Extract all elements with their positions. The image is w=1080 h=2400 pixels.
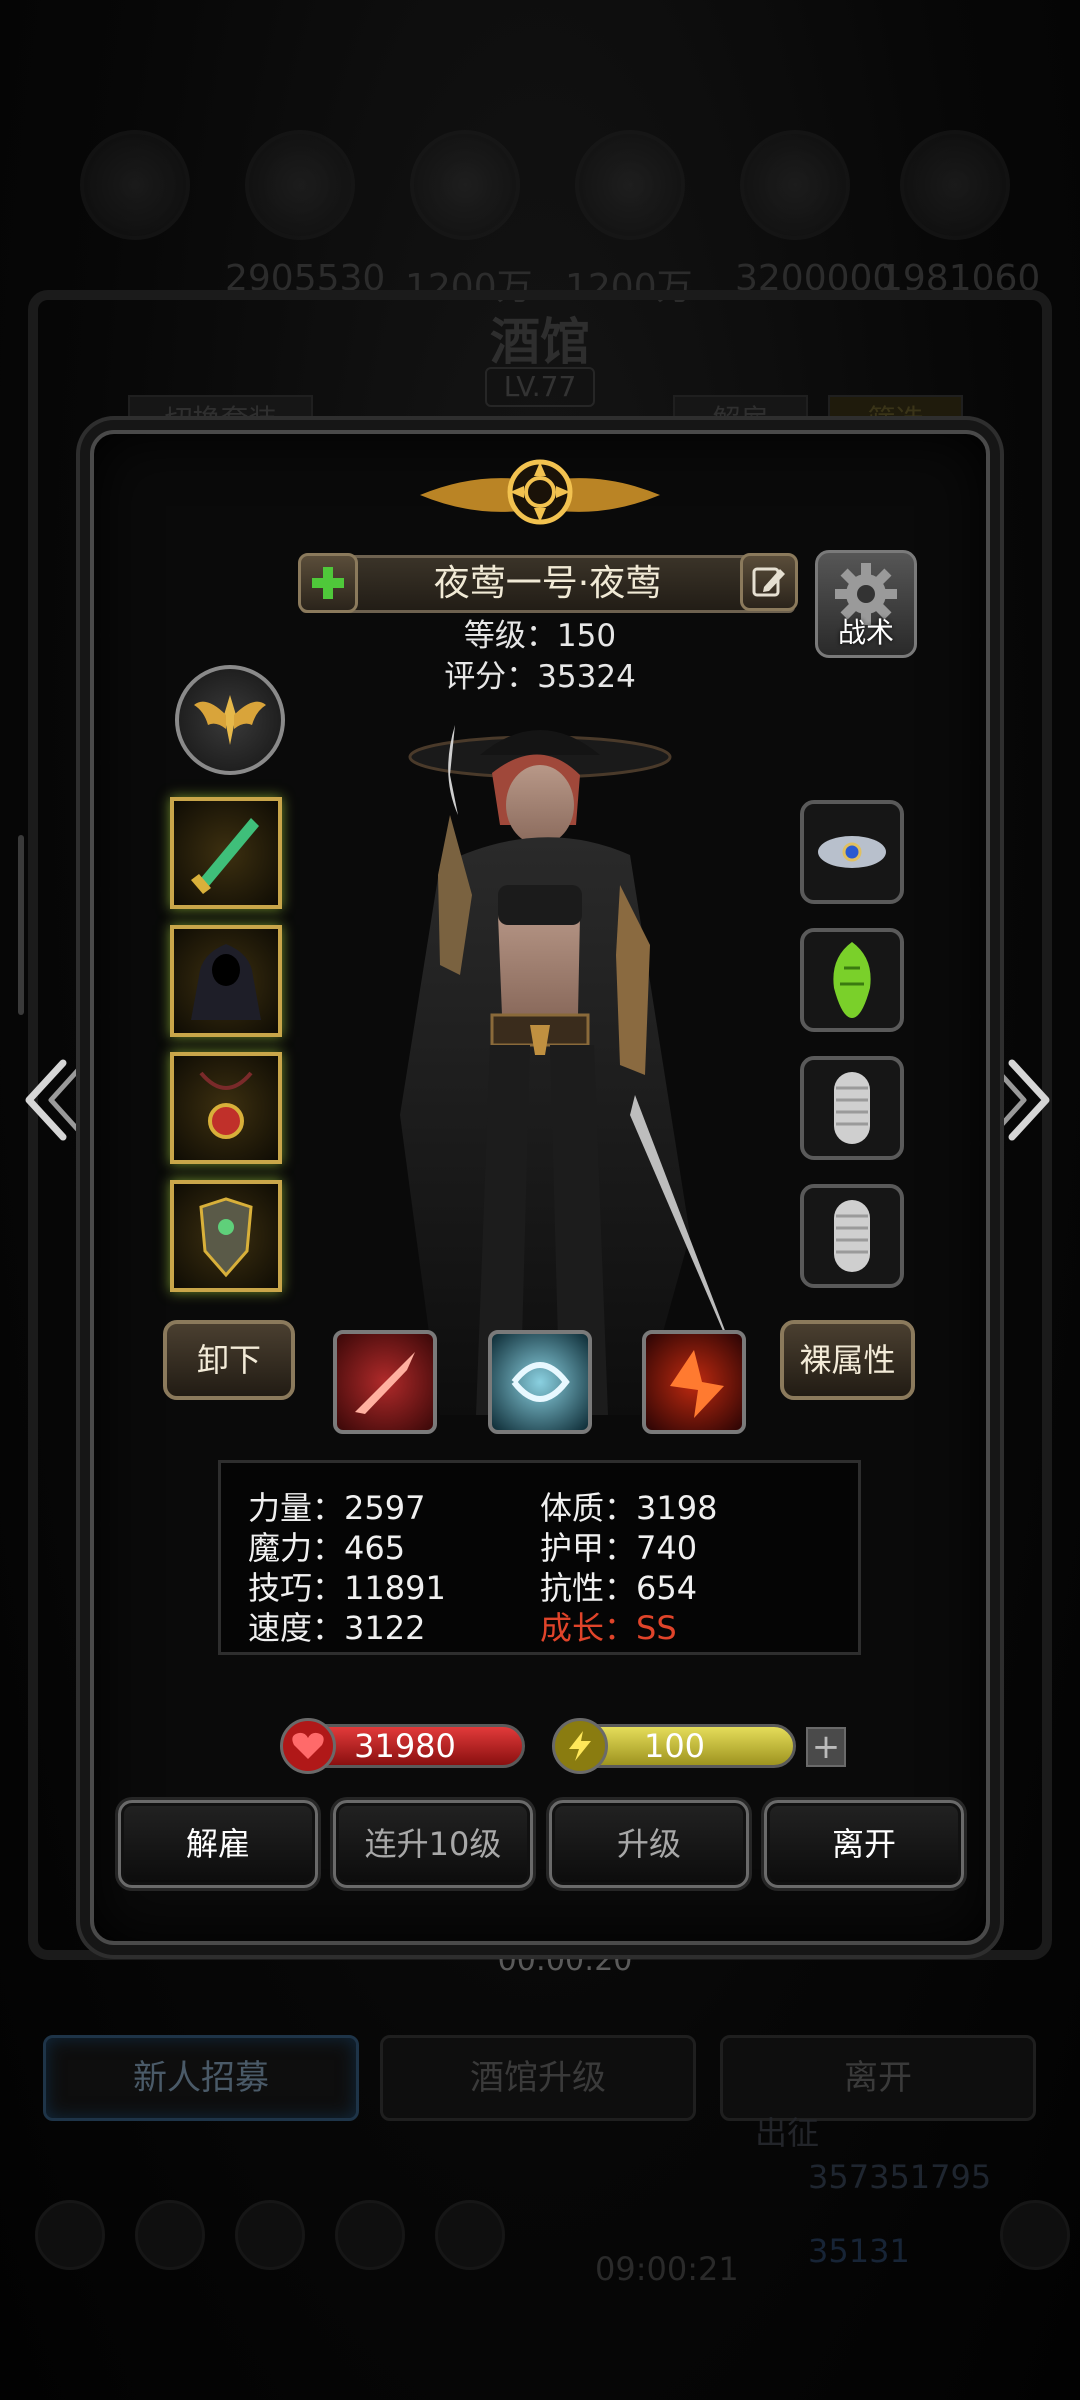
- rename-hero-button[interactable]: [740, 553, 798, 611]
- edit-pencil-icon: [752, 567, 785, 597]
- bg-expedition-label: 出征: [755, 2114, 820, 2152]
- lightning-icon: [552, 1718, 608, 1774]
- crest-emblem-icon: [420, 459, 660, 525]
- level-up-button[interactable]: 升级: [549, 1800, 749, 1888]
- level-up-10-button[interactable]: 连升10级: [333, 1800, 533, 1888]
- armor-icon: [199, 1197, 253, 1278]
- skill-strike-icon: [670, 1350, 724, 1418]
- skill-whirl-icon: [511, 1362, 570, 1402]
- bg-nav-icon: [335, 2200, 405, 2270]
- equip-slot-ring[interactable]: [800, 800, 904, 904]
- ring-icon: [818, 836, 886, 868]
- empty-slot-icon: [834, 1200, 870, 1272]
- bg-resource-icon: [410, 130, 520, 240]
- bg-upgrade-tavern-button: 酒馆升级: [380, 2035, 696, 2121]
- add-hero-button[interactable]: [298, 553, 358, 613]
- bg-nav-icon: [435, 2200, 505, 2270]
- weapon-icon: [191, 818, 259, 894]
- gem-icon: [833, 942, 871, 1018]
- bg-resource-icon: [80, 130, 190, 240]
- stat-growth: 成长：SS: [540, 1609, 677, 1647]
- equip-slot-gem[interactable]: [800, 928, 904, 1032]
- bg-resource-icon: [900, 130, 1010, 240]
- bg-recruit-button: 新人招募: [43, 2035, 359, 2121]
- plus-icon: [312, 567, 344, 599]
- leave-button[interactable]: 离开: [764, 1800, 964, 1888]
- bg-tavern-title: 酒馆: [490, 312, 590, 371]
- skill-slot-1[interactable]: [333, 1330, 437, 1434]
- skill-slot-2[interactable]: [488, 1330, 592, 1434]
- naked-attributes-button[interactable]: 裸属性: [780, 1320, 915, 1400]
- previous-hero-arrow-icon[interactable]: [15, 1055, 85, 1145]
- hero-name-bar: 夜莺一号·夜莺: [300, 555, 795, 613]
- dismiss-hero-button[interactable]: 解雇: [118, 1800, 318, 1888]
- equip-slot-amulet[interactable]: [170, 1052, 282, 1164]
- bg-tavern-level: LV.77: [485, 367, 595, 407]
- equip-slot-weapon[interactable]: [170, 797, 282, 909]
- equip-slot-empty[interactable]: [800, 1184, 904, 1288]
- bg-nav-icon: [135, 2200, 205, 2270]
- amulet-icon: [199, 1071, 253, 1139]
- bg-diamond-amount: 35131: [808, 2232, 910, 2270]
- bg-gold-amount: 357351795: [808, 2158, 992, 2196]
- bg-resource-icon: [245, 130, 355, 240]
- bg-bottom-timer: 09:00:21: [595, 2250, 739, 2288]
- hero-level: 等级：150: [463, 618, 617, 654]
- equip-slot-armor[interactable]: [170, 1180, 282, 1292]
- wings-rank-icon: [194, 695, 266, 745]
- hero-score: 评分：35324: [444, 659, 636, 695]
- stat-speed: 速度：3122: [248, 1609, 426, 1647]
- heart-icon: [280, 1718, 336, 1774]
- rank-badge: [175, 665, 285, 775]
- bg-timer: 00:00:20: [497, 1943, 633, 1978]
- bg-nav-icon: [235, 2200, 305, 2270]
- next-hero-arrow-icon[interactable]: [990, 1055, 1060, 1145]
- skill-slash-icon: [355, 1352, 415, 1414]
- equip-slot-cloak[interactable]: [170, 925, 282, 1037]
- add-energy-button[interactable]: +: [806, 1727, 846, 1767]
- empty-slot-icon: [834, 1072, 870, 1144]
- bg-nav-icon: [1000, 2200, 1070, 2270]
- bg-resource-icon: [575, 130, 685, 240]
- cloak-icon: [191, 944, 261, 1020]
- bg-nav-icon: [35, 2200, 105, 2270]
- equip-slot-empty[interactable]: [800, 1056, 904, 1160]
- unequip-button[interactable]: 卸下: [163, 1320, 295, 1400]
- skill-slot-3[interactable]: [642, 1330, 746, 1434]
- bg-resource-icon: [740, 130, 850, 240]
- scrollbar: [18, 835, 24, 1015]
